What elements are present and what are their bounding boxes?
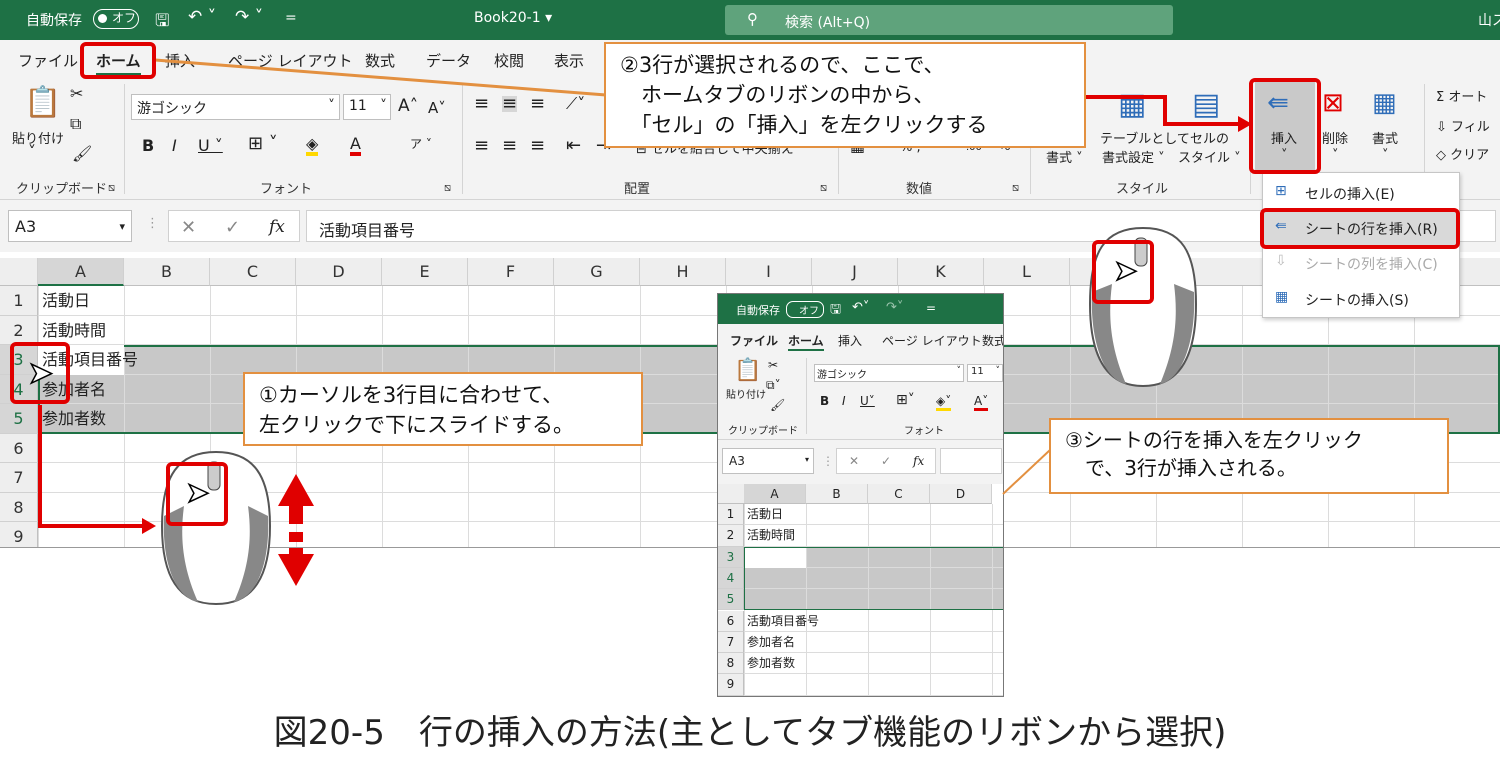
- callout-step-3: ③シートの行を挿入を左クリック で、3行が挿入される。: [1049, 418, 1449, 494]
- drag-down-arrow-icon: [278, 474, 314, 586]
- highlight-insert-rows: [1260, 208, 1460, 249]
- highlight-insert-button: [1249, 78, 1321, 174]
- red-arrowhead-mouse: [142, 518, 156, 534]
- callout-step-1: ①カーソルを3行目に合わせて、 左クリックで下にスライドする。: [243, 372, 643, 446]
- figure-caption: 図20-5 行の挿入の方法(主としてタブ機能のリボンから選択): [273, 713, 1227, 753]
- callout-step-2: ②3行が選択されるので、ここで、 ホームタブのリボンの中から、 「セル」の「挿入…: [604, 42, 1086, 148]
- orange-leader-inner: [1002, 449, 1051, 495]
- red-arrow-line-insert: [1086, 95, 1246, 126]
- click-cursor-icon: ➤: [1113, 253, 1138, 288]
- orange-leader-home: [154, 58, 607, 97]
- red-arrow-line-mouse: [38, 405, 148, 528]
- click-cursor-icon: ➤: [185, 475, 210, 510]
- highlight-home-tab: [80, 42, 156, 79]
- mouse-cursor-icon: ➤: [27, 355, 54, 392]
